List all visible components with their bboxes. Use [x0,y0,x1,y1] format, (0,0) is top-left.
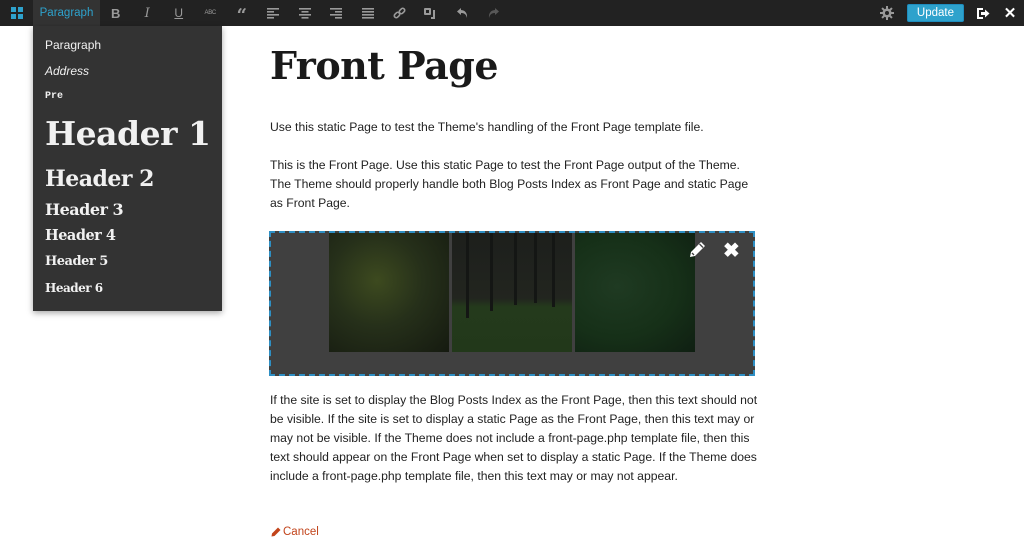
gallery-block[interactable]: ✖ [269,231,755,376]
format-option-header-5[interactable]: Header 5 [45,254,108,269]
remove-gallery-button[interactable]: ✖ [723,241,740,261]
align-center-icon [298,7,311,19]
pencil-icon [690,242,705,257]
format-option-pre[interactable]: Pre [45,91,63,102]
menu-grid-button[interactable] [0,0,33,26]
cancel-label: Cancel [283,526,319,538]
gallery-image-pine-forest [452,233,572,352]
undo-button[interactable] [447,0,479,26]
underline-button[interactable]: U [163,0,195,26]
gallery-image-fern-leaves [329,233,449,352]
editor-toolbar: Paragraph B I U ABC “ Update ✕ [0,0,1024,26]
align-right-icon [330,7,343,19]
format-dropdown-menu: Paragraph Address Pre Header 1 Header 2 … [33,26,222,311]
format-option-paragraph[interactable]: Paragraph [45,38,101,52]
align-left-icon [267,7,280,19]
link-icon [393,6,406,19]
redo-button[interactable] [478,0,510,26]
exit-icon [976,7,989,19]
align-center-button[interactable] [289,0,321,26]
format-option-header-3[interactable]: Header 3 [45,200,124,219]
page-title[interactable]: Front Page [270,43,499,88]
grid-icon [10,7,23,19]
gear-icon [879,6,894,20]
format-select[interactable]: Paragraph [33,0,100,26]
gallery-image-green-foliage [575,233,695,352]
cancel-link[interactable]: Cancel [271,526,319,538]
edit-gallery-button[interactable] [689,241,706,263]
bold-button[interactable]: B [100,0,132,26]
format-option-header-1[interactable]: Header 1 [45,114,211,153]
paragraph-1[interactable]: Use this static Page to test the Theme's… [270,118,760,137]
insert-link-button[interactable] [384,0,416,26]
align-justify-icon [361,7,374,19]
format-option-header-4[interactable]: Header 4 [45,227,116,244]
close-button[interactable]: ✕ [996,0,1024,26]
toolbar-right-group: Update ✕ [871,0,1024,26]
blockquote-button[interactable]: “ [226,0,258,26]
strikethrough-button[interactable]: ABC [195,0,227,26]
italic-button[interactable]: I [132,0,164,26]
redo-icon [489,8,500,18]
align-justify-button[interactable] [352,0,384,26]
paste-as-text-button[interactable] [415,0,447,26]
paste-text-icon [423,7,435,19]
align-left-button[interactable] [258,0,290,26]
paragraph-2[interactable]: This is the Front Page. Use this static … [270,156,760,213]
format-option-address[interactable]: Address [45,64,89,78]
close-icon: ✖ [723,240,740,262]
exit-editor-button[interactable] [970,0,996,26]
align-right-button[interactable] [321,0,353,26]
paragraph-3[interactable]: If the site is set to display the Blog P… [270,391,760,486]
close-icon: ✕ [1003,5,1017,22]
pencil-icon [271,527,281,537]
undo-icon [456,8,467,18]
format-option-header-2[interactable]: Header 2 [45,166,154,192]
update-button[interactable]: Update [906,4,964,22]
format-option-header-6[interactable]: Header 6 [45,281,103,295]
settings-button[interactable] [871,0,903,26]
